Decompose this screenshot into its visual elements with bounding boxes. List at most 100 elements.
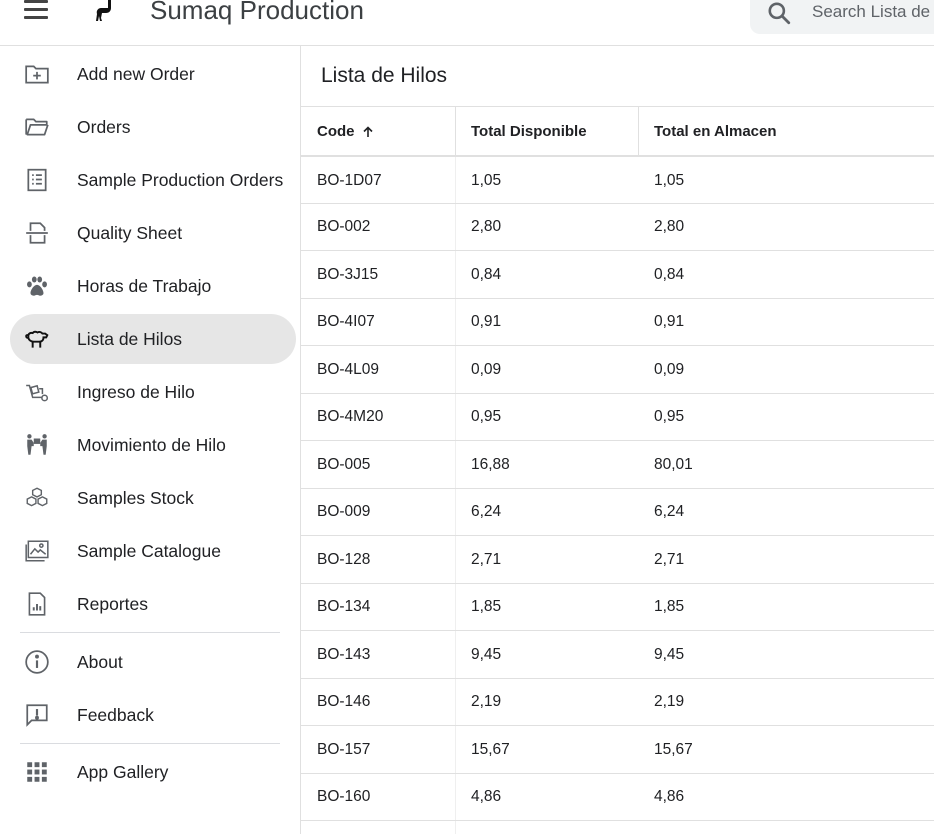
cell-total-en-almacen: 1,05 — [654, 171, 685, 189]
nav-item-label: Ingreso de Hilo — [77, 381, 195, 402]
nav-item-label: App Gallery — [77, 761, 169, 782]
nav-item-app-gallery[interactable]: App Gallery — [10, 747, 296, 797]
table-row[interactable]: BO-005 16,88 80,01 — [301, 441, 934, 489]
cell-total-en-almacen: 80,01 — [654, 455, 693, 473]
list-document-icon — [22, 165, 52, 195]
column-divider[interactable] — [455, 107, 456, 156]
table-row[interactable]: BO-002 2,80 2,80 — [301, 204, 934, 251]
cell-code: BO-160 — [317, 788, 371, 805]
cell-total-disponible: 16,88 — [471, 455, 510, 473]
nav-item-label: Sample Catalogue — [77, 540, 221, 561]
cell-total-en-almacen: 6,24 — [654, 503, 685, 520]
nav-item-feedback[interactable]: Feedback — [10, 690, 296, 740]
cell-code: BO-4I07 — [317, 313, 375, 330]
nav-item-label: Add new Order — [77, 63, 195, 84]
cell-code: BO-002 — [317, 218, 371, 235]
cell-total-en-almacen: 2,80 — [654, 218, 685, 235]
navigation-drawer: Add new Order Orders Sample Production O… — [0, 46, 300, 834]
column-header-total-en-almacen[interactable]: Total en Almacen — [654, 107, 777, 156]
cell-total-en-almacen: 1,85 — [654, 598, 685, 615]
cell-total-disponible: 0,09 — [471, 360, 502, 378]
table-row[interactable]: BO-4L09 0,09 0,09 — [301, 346, 934, 394]
image-gallery-icon — [22, 536, 52, 566]
cell-code: BO-005 — [317, 455, 371, 473]
table-row[interactable]: BO-146 2,19 2,19 — [301, 679, 934, 726]
nav-item-horas-de-trabajo[interactable]: Horas de Trabajo — [10, 261, 296, 311]
search-input[interactable] — [812, 0, 934, 24]
table-row[interactable]: BO-160 4,86 4,86 — [301, 774, 934, 821]
cell-total-disponible: 2,71 — [471, 550, 502, 568]
nav-item-reportes[interactable]: Reportes — [10, 579, 296, 629]
column-header-code[interactable]: Code — [317, 107, 375, 156]
table-row[interactable]: BO-143 9,45 9,45 — [301, 631, 934, 679]
cell-code: BO-134 — [317, 598, 371, 615]
nav-item-orders[interactable]: Orders — [10, 102, 296, 152]
folder-open-icon — [22, 112, 52, 142]
info-icon — [22, 647, 52, 677]
apps-grid-icon — [22, 757, 52, 787]
menu-icon[interactable] — [24, 0, 48, 20]
nav-item-label: Reportes — [77, 593, 149, 614]
nav-item-label: Feedback — [77, 704, 154, 725]
cell-total-en-almacen: 15,67 — [654, 740, 693, 758]
table-row[interactable]: BO-4I07 0,91 0,91 — [301, 299, 934, 346]
nav-item-label: Orders — [77, 116, 131, 137]
add-folder-icon — [22, 59, 52, 89]
cell-code: BO-009 — [317, 503, 371, 520]
cell-total-disponible: 0,95 — [471, 408, 502, 425]
cell-total-disponible: 2,80 — [471, 218, 502, 235]
sort-ascending-icon[interactable] — [361, 125, 375, 139]
page-title: Lista de Hilos — [321, 64, 448, 87]
cell-total-en-almacen: 2,71 — [654, 550, 685, 568]
nav-item-label: Lista de Hilos — [77, 328, 183, 349]
table-row[interactable]: BO-1D07 1,05 1,05 — [301, 156, 934, 204]
column-header-label: Total en Almacen — [654, 123, 777, 140]
cell-total-disponible: 1,85 — [471, 598, 502, 615]
table-row[interactable]: BO-128 2,71 2,71 — [301, 536, 934, 584]
search-box[interactable] — [750, 0, 934, 34]
table-row[interactable]: BO-134 1,85 1,85 — [301, 584, 934, 631]
table-row[interactable]: BO-009 6,24 6,24 — [301, 489, 934, 536]
table-row[interactable]: BO-4M20 0,95 0,95 — [301, 394, 934, 441]
nav-item-label: Samples Stock — [77, 487, 194, 508]
nav-item-label: Horas de Trabajo — [77, 275, 212, 296]
nav-item-add-new-order[interactable]: Add new Order — [10, 49, 296, 99]
top-app-bar: Sumaq Production — [0, 0, 934, 46]
nav-item-ingreso-de-hilo[interactable]: Ingreso de Hilo — [10, 367, 296, 417]
nav-divider — [20, 743, 280, 744]
nav-item-sample-catalogue[interactable]: Sample Catalogue — [10, 526, 296, 576]
cell-code: BO-146 — [317, 693, 371, 710]
nav-item-about[interactable]: About — [10, 637, 296, 687]
cell-total-disponible: 1,05 — [471, 171, 502, 189]
nav-item-samples-stock[interactable]: Samples Stock — [10, 473, 296, 523]
column-header-total-disponible[interactable]: Total Disponible — [471, 107, 587, 156]
nav-item-label: Movimiento de Hilo — [77, 434, 226, 455]
cell-code: BO-1D07 — [317, 171, 382, 189]
cell-total-disponible: 6,24 — [471, 503, 502, 520]
nav-item-quality-sheet[interactable]: Quality Sheet — [10, 208, 296, 258]
nav-item-movimiento-de-hilo[interactable]: Movimiento de Hilo — [10, 420, 296, 470]
cell-total-disponible: 4,86 — [471, 788, 502, 805]
column-divider[interactable] — [638, 107, 639, 156]
nav-item-label: Quality Sheet — [77, 222, 183, 243]
search-icon[interactable] — [766, 0, 792, 26]
cell-total-en-almacen: 0,09 — [654, 360, 685, 378]
document-scan-icon — [22, 218, 52, 248]
cell-total-en-almacen: 0,95 — [654, 408, 685, 425]
app-title: Sumaq Production — [150, 0, 364, 25]
nav-item-lista-de-hilos[interactable]: Lista de Hilos — [10, 314, 296, 364]
report-icon — [22, 589, 52, 619]
table-header: Code Total Disponible Total en Almacen — [301, 106, 934, 156]
table-row[interactable]: BO-3J15 0,84 0,84 — [301, 251, 934, 299]
llama-logo-icon — [96, 0, 111, 21]
cell-total-en-almacen: 0,84 — [654, 265, 685, 283]
nav-divider — [20, 632, 280, 633]
cell-total-en-almacen: 0,91 — [654, 313, 685, 330]
cell-total-disponible: 9,45 — [471, 645, 502, 663]
nav-item-sample-production-orders[interactable]: Sample Production Orders — [10, 155, 296, 205]
table-row[interactable]: BO-157 15,67 15,67 — [301, 726, 934, 774]
feedback-icon — [22, 700, 52, 730]
column-header-label: Code — [317, 123, 355, 140]
nav-item-label: Sample Production Orders — [77, 169, 284, 190]
boxes-icon — [22, 483, 52, 513]
